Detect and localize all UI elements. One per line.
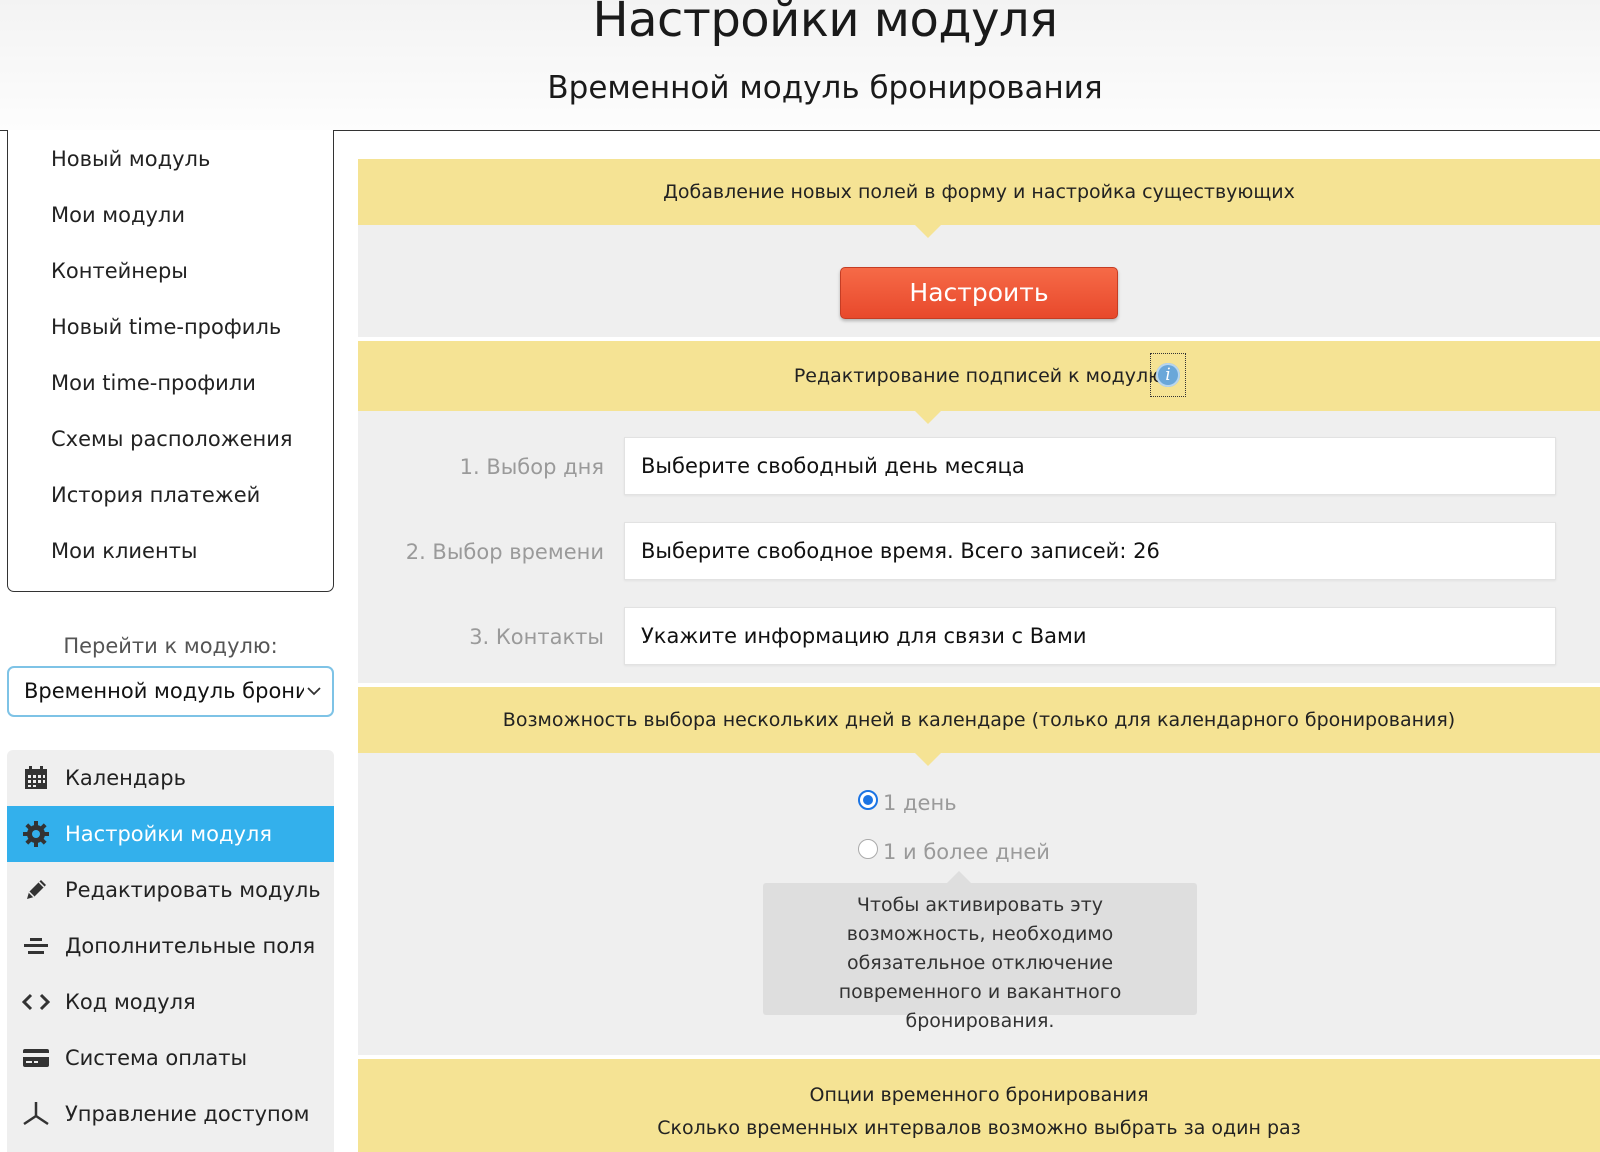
pencil-icon [21,875,51,905]
nav-item-new-time-profile[interactable]: Новый time-профиль [51,315,281,339]
menu-item-module-settings[interactable]: Настройки модуля [7,806,334,862]
fields-icon [21,931,51,961]
menu-item-access-control[interactable]: Управление доступом [7,1086,334,1142]
multiday-section-title: Возможность выбора нескольких дней в кал… [502,709,1456,731]
nav-item-my-time-profiles[interactable]: Мои time-профили [51,371,256,395]
menu-item-label: Редактировать модуль [65,878,321,902]
captions-section-title: Редактирование подписей к модулю [793,365,1165,387]
fields-section-header: Добавление новых полей в форму и настрой… [358,159,1600,238]
multiday-tooltip: Чтобы активировать эту возможность, необ… [763,871,1197,1032]
caption-input-day[interactable]: Выберите свободный день месяца [624,437,1556,495]
nav-item-my-modules[interactable]: Мои модули [51,203,185,227]
page-title: Настройки модуля [592,0,1058,48]
menu-item-label: Управление доступом [65,1102,310,1126]
module-select[interactable]: Временной модуль бронирования [7,666,334,717]
caption-input-contacts[interactable]: Укажите информацию для связи с Вами [624,607,1556,665]
caption-label-time: 2. Выбор времени [405,540,604,564]
time-options-title: Опции временного бронирования [809,1084,1149,1106]
menu-item-label: Система оплаты [65,1046,248,1070]
menu-item-label: Код модуля [65,990,196,1014]
radio-multi-day-label[interactable]: 1 и более дней [883,840,1050,864]
gear-icon [21,819,51,849]
access-icon [21,1099,51,1129]
menu-item-edit-module[interactable]: Редактировать модуль [7,862,334,918]
caption-label-contacts: 3. Контакты [469,625,604,649]
nav-item-containers[interactable]: Контейнеры [51,259,188,283]
chevron-down-icon [304,668,324,715]
time-options-section-header: Опции временного бронирования Сколько вр… [358,1059,1600,1152]
multiday-section-header: Возможность выбора нескольких дней в кал… [358,687,1600,766]
fields-section-title: Добавление новых полей в форму и настрой… [663,181,1295,203]
menu-item-label: Дополнительные поля [65,934,316,958]
band-notch [914,752,942,766]
menu-item-calendar[interactable]: Календарь [7,750,334,806]
account-nav: Новый модуль Мои модули Контейнеры Новый… [7,130,334,592]
settings-content: Добавление новых полей в форму и настрой… [358,159,1600,1152]
menu-item-module-code[interactable]: Код модуля [7,974,334,1030]
code-icon [21,987,51,1017]
captions-section-header: Редактирование подписей к модулю [358,341,1600,424]
page-subtitle: Временной модуль бронирования [547,70,1103,106]
band-notch [914,224,942,238]
radio-multi-day[interactable] [858,839,878,859]
menu-item-label: Настройки модуля [65,822,272,846]
nav-item-new-module[interactable]: Новый модуль [51,147,210,171]
nav-item-layouts[interactable]: Схемы расположения [51,427,293,451]
menu-item-extra-fields[interactable]: Дополнительные поля [7,918,334,974]
caption-label-day: 1. Выбор дня [459,455,604,479]
nav-item-payment-history[interactable]: История платежей [51,483,260,507]
captions-info-button[interactable]: i [1150,353,1186,397]
nav-item-my-clients[interactable]: Мои клиенты [51,539,198,563]
credit-card-icon [21,1043,51,1073]
configure-fields-button[interactable]: Настроить [840,267,1118,319]
info-icon: i [1156,363,1180,387]
band-notch [914,410,942,424]
calendar-icon [21,763,51,793]
menu-item-payment-system[interactable]: Система оплаты [7,1030,334,1086]
radio-one-day[interactable] [858,790,878,810]
menu-item-label: Календарь [65,766,186,790]
goto-module-label: Перейти к модулю: [63,634,278,658]
caption-input-time[interactable]: Выберите свободное время. Всего записей:… [624,522,1556,580]
page-header: Настройки модуля Временной модуль бронир… [0,0,1600,131]
module-menu: Календарь Настройки модуля Редактировать… [7,750,334,1152]
radio-one-day-label[interactable]: 1 день [883,791,957,815]
time-options-subtitle: Сколько временных интервалов возможно вы… [657,1117,1301,1139]
module-select-value: Временной модуль бронирования [24,679,304,703]
